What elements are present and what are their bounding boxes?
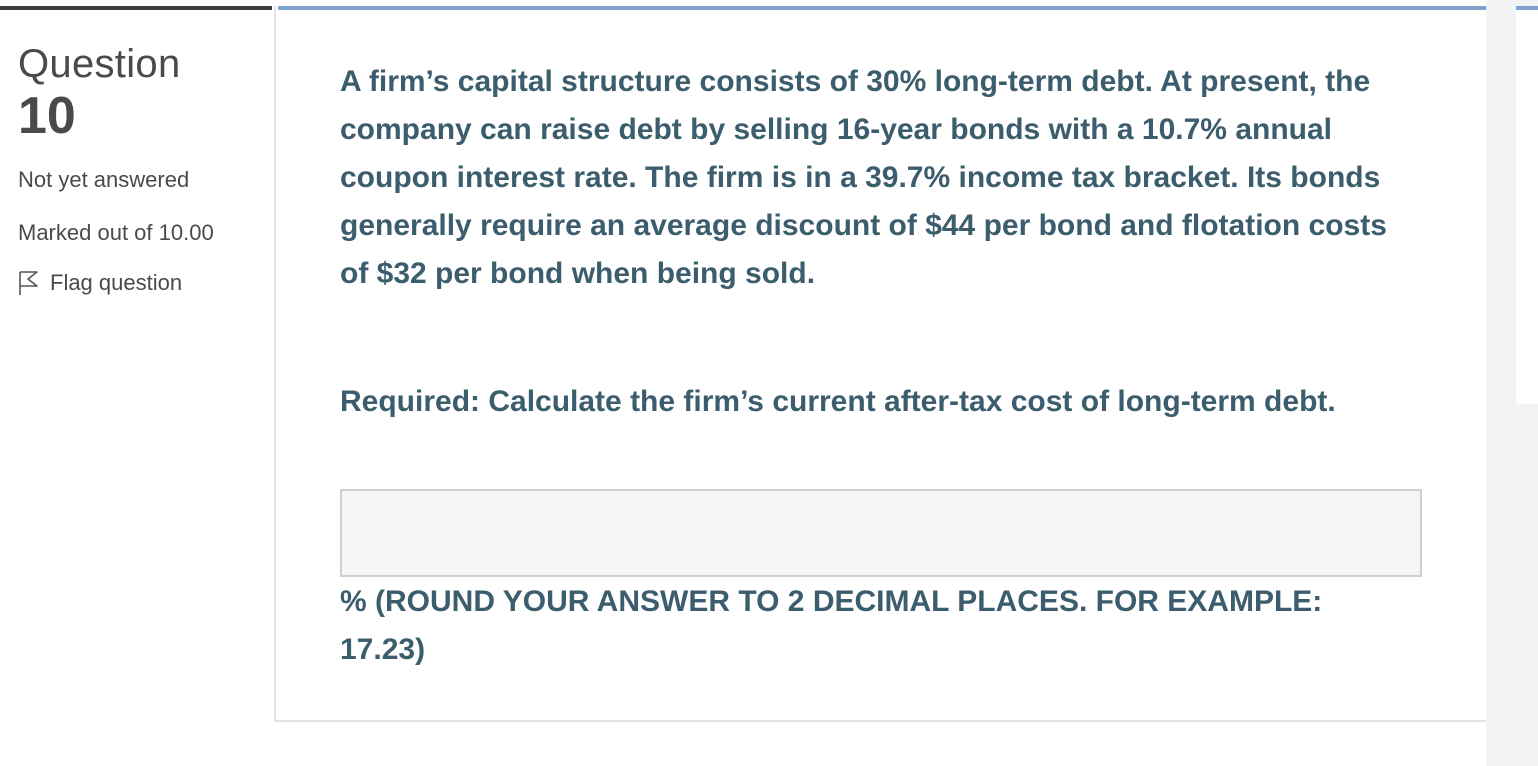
quiz-page: Question 10 Not yet answered Marked out … bbox=[0, 0, 1538, 766]
info-panel-top-border bbox=[0, 6, 272, 10]
flag-question-button[interactable]: Flag question bbox=[18, 270, 182, 296]
right-gutter bbox=[1486, 0, 1538, 766]
question-text: A firm’s capital structure consists of 3… bbox=[340, 65, 1387, 290]
required-text: Required: Calculate the firm’s current a… bbox=[340, 385, 1336, 418]
question-content-panel: A firm’s capital structure consists of 3… bbox=[274, 6, 1488, 722]
content-panel-top-border bbox=[278, 6, 1488, 10]
next-panel-top-border bbox=[1516, 6, 1538, 10]
question-label: Question bbox=[18, 42, 181, 86]
flag-outline-icon bbox=[19, 271, 38, 295]
question-grade: Marked out of 10.00 bbox=[18, 220, 214, 245]
next-panel-edge bbox=[1516, 10, 1538, 404]
answer-input[interactable] bbox=[340, 489, 1422, 577]
question-state: Not yet answered bbox=[18, 167, 190, 192]
answer-instructions: % (ROUND YOUR ANSWER TO 2 DECIMAL PLACES… bbox=[340, 585, 1323, 666]
question-number: 10 bbox=[18, 87, 76, 145]
question-info-panel: Question 10 Not yet answered Marked out … bbox=[0, 0, 274, 766]
flag-question-label: Flag question bbox=[50, 270, 183, 295]
